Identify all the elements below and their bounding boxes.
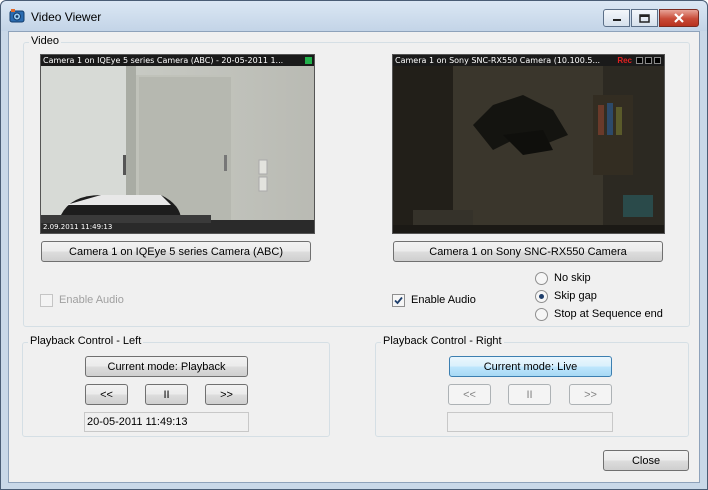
minimize-button[interactable] [603, 9, 630, 27]
left-timestamp-field: 20-05-2011 11:49:13 [84, 412, 249, 432]
left-video-overlay-timestamp: 2.09.2011 11:49:13 [43, 223, 113, 231]
title-bar[interactable]: Video Viewer [1, 1, 707, 31]
right-timestamp-field [447, 412, 613, 432]
checkmark-icon [394, 296, 403, 305]
right-video-feed[interactable]: Camera 1 on Sony SNC-RX550 Camera (10.10… [392, 54, 665, 234]
close-window-button[interactable] [659, 9, 699, 27]
maximize-button[interactable] [631, 9, 658, 27]
left-enable-audio-checkbox[interactable] [40, 294, 53, 307]
no-skip-label: No skip [554, 272, 591, 284]
minimize-icon [612, 19, 621, 21]
stop-at-sequence-end-label: Stop at Sequence end [554, 308, 663, 320]
left-forward-button[interactable]: >> [205, 384, 248, 405]
close-icon [674, 13, 684, 23]
left-mode-button[interactable]: Current mode: Playback [85, 356, 248, 377]
left-enable-audio-label: Enable Audio [59, 294, 124, 306]
video-viewer-window: Video Viewer Video Camera 1 on IQEye 5 s… [0, 0, 708, 490]
left-camera-button[interactable]: Camera 1 on IQEye 5 series Camera (ABC) [41, 241, 311, 262]
skip-gap-label: Skip gap [554, 290, 597, 302]
live-indicator [305, 57, 312, 64]
left-video-caption: Camera 1 on IQEye 5 series Camera (ABC) … [41, 55, 314, 66]
status-box-2 [645, 57, 652, 64]
window-title: Video Viewer [31, 10, 102, 24]
right-video-image [393, 66, 664, 233]
video-group-label: Video [29, 35, 61, 47]
right-mode-button[interactable]: Current mode: Live [449, 356, 612, 377]
no-skip-radio[interactable] [535, 272, 548, 285]
status-box-1 [636, 57, 643, 64]
right-camera-button[interactable]: Camera 1 on Sony SNC-RX550 Camera [393, 241, 663, 262]
right-pause-button[interactable]: II [508, 384, 551, 405]
skip-gap-radio[interactable] [535, 290, 548, 303]
left-pause-button[interactable]: II [145, 384, 188, 405]
app-icon [9, 9, 25, 23]
right-rewind-button[interactable]: << [448, 384, 491, 405]
close-button[interactable]: Close [603, 450, 689, 471]
left-rewind-button[interactable]: << [85, 384, 128, 405]
left-video-feed[interactable]: Camera 1 on IQEye 5 series Camera (ABC) … [40, 54, 315, 234]
right-forward-button[interactable]: >> [569, 384, 612, 405]
radio-selected-dot [539, 294, 544, 299]
client-area: Video Camera 1 on IQEye 5 series Camera … [8, 31, 700, 483]
stop-at-sequence-end-radio[interactable] [535, 308, 548, 321]
status-box-3 [654, 57, 661, 64]
left-video-image [41, 66, 314, 233]
maximize-icon [639, 13, 650, 23]
playback-right-label: Playback Control - Right [381, 335, 504, 347]
rec-indicator: Rec [615, 55, 634, 66]
right-enable-audio-checkbox[interactable] [392, 294, 405, 307]
playback-left-label: Playback Control - Left [28, 335, 144, 347]
right-enable-audio-label: Enable Audio [411, 294, 476, 306]
